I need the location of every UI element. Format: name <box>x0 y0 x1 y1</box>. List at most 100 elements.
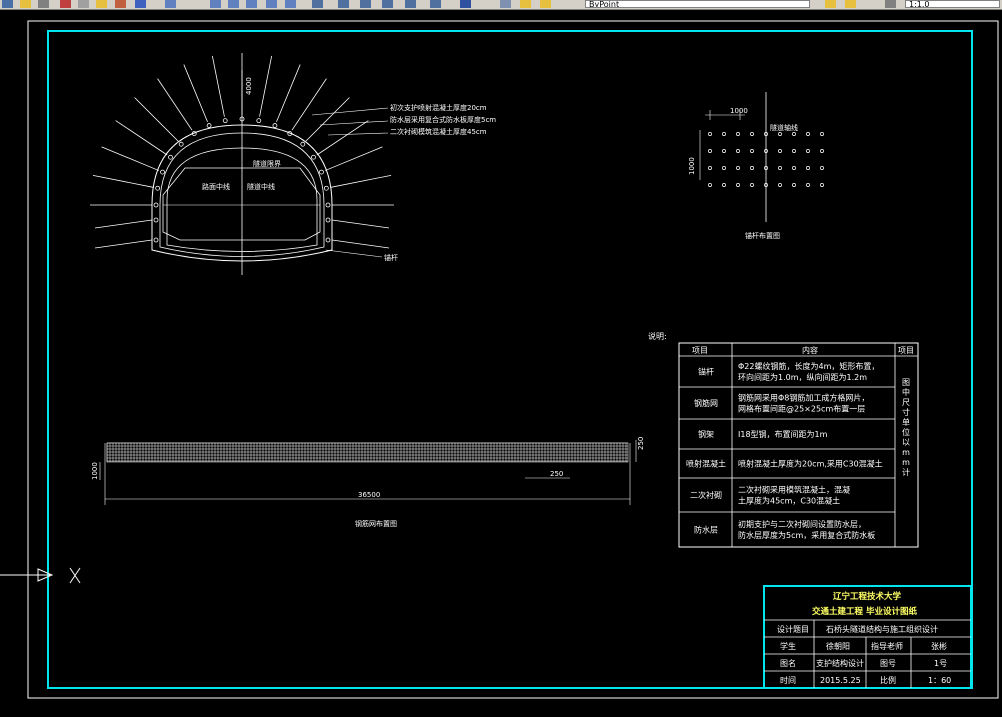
sheet-set-icon[interactable] <box>382 0 393 8</box>
drawing-canvas[interactable]: 4000 隧道限界 路面中线 隧道中线 锚杆 初次支护喷射混凝土厚度20cm 防… <box>0 10 1002 713</box>
zoom-extents-icon[interactable] <box>266 0 277 8</box>
anchor-node <box>153 217 159 223</box>
bolt-plan-point <box>820 183 824 187</box>
spec-item: 钢筋网 <box>694 398 718 408</box>
spec-note-char: 寸 <box>902 407 910 417</box>
spec-item: 二次衬砌 <box>690 490 722 500</box>
scale-label: 比例 <box>880 675 896 685</box>
redo-icon[interactable] <box>135 0 146 8</box>
spec-content-line: 初期支护与二次衬砌间设置防水层， <box>738 519 866 529</box>
anchor-node <box>325 202 331 208</box>
tunnel-section: 4000 隧道限界 路面中线 隧道中线 锚杆 初次支护喷射混凝土厚度20cm 防… <box>90 53 496 275</box>
bolt-plan-point <box>722 166 726 170</box>
bolt-plan-point <box>806 132 810 136</box>
tool-palette-icon[interactable] <box>360 0 371 8</box>
spec-item: 防水层 <box>694 525 718 535</box>
zoom-icon[interactable] <box>210 0 221 8</box>
anchor-bolt <box>94 219 153 229</box>
spec-content-line: 钢筋网采用Φ8钢筋加工成方格网片， <box>738 393 869 403</box>
markup-icon[interactable] <box>405 0 416 8</box>
anchor-node <box>325 217 331 223</box>
bolt-plan-point <box>778 132 782 136</box>
bolt-plan-point <box>750 149 754 153</box>
bolt-plan-point <box>778 183 782 187</box>
cut-icon[interactable] <box>60 0 71 8</box>
depth-label: 4000 <box>245 77 253 95</box>
spec-content-line: 土厚度为45cm，C30混凝土 <box>738 496 840 506</box>
print-icon[interactable] <box>38 0 49 8</box>
bolt-plan-point <box>806 166 810 170</box>
spec-header-item: 项目 <box>692 346 708 355</box>
anchor-node <box>178 141 184 147</box>
undo-icon[interactable] <box>115 0 126 8</box>
scale-value: 1：60 <box>928 676 951 685</box>
zoom-window-icon[interactable] <box>228 0 239 8</box>
bolt-spacing-v: 1000 <box>688 157 696 175</box>
bolt-plan-point <box>806 183 810 187</box>
spec-content-line: I18型钢，布置间距为1m <box>738 429 828 439</box>
save-icon[interactable] <box>2 0 13 8</box>
spec-caption: 说明: <box>648 331 667 341</box>
drawing-value: 支护结构设计 <box>816 658 864 668</box>
bolt-plan-caption: 锚杆布置图 <box>745 231 780 240</box>
spec-table: 说明: 项目 内容 项目 图中尺寸单位以mm计 锚杆Φ22螺纹钢筋，长度为4m，… <box>648 331 919 548</box>
spec-header-note: 项目 <box>898 346 914 355</box>
annotation-scale-icon[interactable] <box>885 0 896 8</box>
inner-frame <box>47 30 973 689</box>
bolt-plan-point <box>820 149 824 153</box>
light-icon[interactable] <box>540 0 551 8</box>
anchor-node <box>155 185 161 191</box>
mesh-caption: 钢筋网布置图 <box>355 519 397 528</box>
anchor-node <box>206 123 212 128</box>
help-icon[interactable] <box>460 0 471 8</box>
zoom-out-icon[interactable] <box>285 0 296 8</box>
anchor-bolt <box>259 55 273 117</box>
layer-state-icon[interactable] <box>520 0 531 8</box>
anchor-bolt <box>211 55 225 117</box>
time-label: 时间 <box>780 675 796 685</box>
anchor-node <box>153 202 159 208</box>
anchor-bolt <box>330 174 392 188</box>
anchor-node <box>325 237 331 243</box>
anchor-bolt <box>157 78 193 131</box>
bolt-plan-point <box>722 183 726 187</box>
spec-header-content: 内容 <box>802 345 818 355</box>
num-value: 1号 <box>934 659 947 668</box>
anchor-bolt <box>134 97 179 142</box>
bolt-plan-point <box>806 149 810 153</box>
anchor-bolt <box>331 219 390 229</box>
scale-combo[interactable]: 1:1.0 <box>905 0 1000 8</box>
layer-match-icon[interactable] <box>825 0 836 8</box>
calculator-icon[interactable] <box>430 0 441 8</box>
properties-icon[interactable] <box>312 0 323 8</box>
student-label: 学生 <box>780 641 796 651</box>
copy-icon[interactable] <box>78 0 89 8</box>
zoom-prev-icon[interactable] <box>246 0 257 8</box>
design-center-icon[interactable] <box>338 0 349 8</box>
layer-icon[interactable] <box>500 0 511 8</box>
anchor-bolt <box>101 146 160 171</box>
steel-mesh: 36500 250 250 1000 钢筋网布置图 <box>91 437 645 528</box>
num-label: 图号 <box>880 659 896 668</box>
spec-note-char: 计 <box>902 467 910 477</box>
bolt-plan-point <box>750 132 754 136</box>
layer-combo[interactable]: ByPoint <box>585 0 810 8</box>
spec-item: 钢架 <box>698 429 714 439</box>
bolt-plan-point <box>778 149 782 153</box>
bolt-plan-point <box>708 149 712 153</box>
bolt-spacing-h: 1000 <box>730 107 748 115</box>
paste-icon[interactable] <box>96 0 107 8</box>
bolt-plan-point <box>820 166 824 170</box>
open-icon[interactable] <box>20 0 31 8</box>
bolt-plan-point <box>792 183 796 187</box>
bolt-plan-point <box>708 166 712 170</box>
spec-item: 喷射混凝土 <box>686 459 726 469</box>
pan-icon[interactable] <box>165 0 176 8</box>
bolt-plan-point <box>708 132 712 136</box>
dept-name: 交通土建工程 毕业设计图纸 <box>812 606 917 617</box>
bolt-plan-point <box>736 149 740 153</box>
layer-prev-icon[interactable] <box>845 0 856 8</box>
spec-note-char: m <box>902 448 910 457</box>
bolt-plan-point <box>736 166 740 170</box>
bolt-plan-point <box>778 166 782 170</box>
